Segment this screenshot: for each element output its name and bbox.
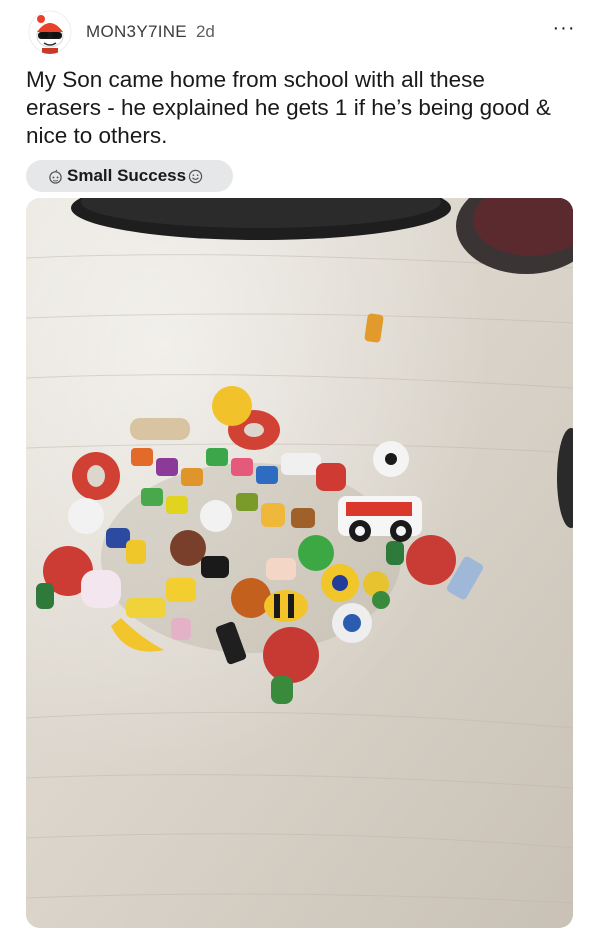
bottom-divider — [0, 932, 599, 937]
post-header: MON3Y7INE 2d ··· — [28, 8, 576, 56]
smiley-face-icon — [188, 169, 203, 183]
robot-face-icon — [49, 169, 62, 184]
more-options-icon: ··· — [552, 17, 576, 39]
post-title[interactable]: My Son came home from school with all th… — [26, 66, 566, 150]
post-age: 2d — [195, 22, 215, 41]
erasers-photo — [26, 198, 573, 928]
avatar[interactable] — [28, 10, 72, 54]
post-flair[interactable]: Small Success — [26, 160, 234, 192]
flair-label: Small Success — [67, 166, 187, 185]
more-options-button[interactable]: ··· — [552, 18, 576, 42]
snoo-avatar-icon — [28, 10, 72, 54]
post-image[interactable] — [26, 198, 573, 928]
username[interactable]: MON3Y7INE — [86, 22, 187, 42]
